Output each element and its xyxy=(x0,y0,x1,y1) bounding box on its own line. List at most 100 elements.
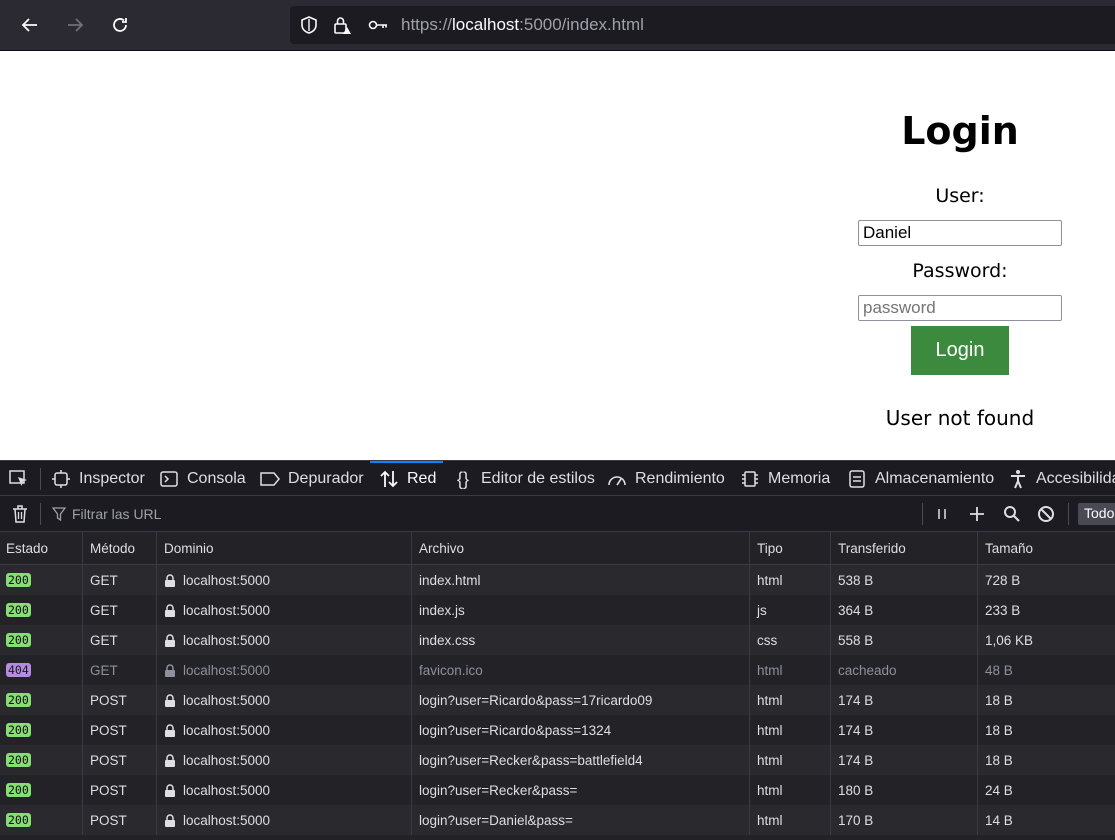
size-cell: 18 B xyxy=(977,745,1115,775)
tab-debugger[interactable]: Depurador xyxy=(260,461,364,495)
url-text[interactable]: https://localhost:5000/index.html xyxy=(401,15,644,35)
block-button[interactable] xyxy=(1036,504,1056,524)
tab-network[interactable]: Red xyxy=(370,461,443,495)
method-cell: POST xyxy=(82,775,156,805)
login-button[interactable]: Login xyxy=(911,326,1009,375)
file-cell: index.js xyxy=(411,595,749,625)
tracking-shield-icon[interactable] xyxy=(299,15,319,35)
performance-icon xyxy=(607,469,627,489)
tab-memory[interactable]: Memoria xyxy=(740,461,830,495)
domain-text: localhost:5000 xyxy=(183,812,271,828)
transferred-cell: 170 B xyxy=(830,805,977,835)
inspector-icon xyxy=(51,469,71,489)
trash-icon xyxy=(13,505,27,523)
tab-label: Inspector xyxy=(79,470,145,487)
column-size[interactable]: Tamaño xyxy=(977,532,1115,564)
tab-label: Depurador xyxy=(288,470,364,487)
status-cell: 200 xyxy=(0,715,82,745)
user-input[interactable] xyxy=(858,220,1062,246)
url-bar[interactable]: https://localhost:5000/index.html xyxy=(290,6,1115,44)
tab-storage[interactable]: Almacenamiento xyxy=(847,461,995,495)
debugger-icon xyxy=(260,469,280,489)
url-host: localhost xyxy=(452,15,520,34)
file-cell: favicon.ico xyxy=(411,655,749,685)
pause-button[interactable] xyxy=(932,504,952,524)
status-message: User not found xyxy=(885,406,1035,430)
devtools-panel: Inspector Consola Depurador Red {} Edito… xyxy=(0,460,1115,840)
status-badge: 200 xyxy=(6,783,31,797)
tab-console[interactable]: Consola xyxy=(159,461,246,495)
type-cell: html xyxy=(749,565,830,595)
size-cell: 233 B xyxy=(977,595,1115,625)
status-badge: 404 xyxy=(6,663,31,677)
column-transferred[interactable]: Transferido xyxy=(830,532,977,564)
method-cell: POST xyxy=(82,745,156,775)
filter-all-button[interactable]: Todo xyxy=(1078,503,1115,525)
lock-icon xyxy=(165,633,175,647)
forward-button[interactable] xyxy=(60,10,90,40)
domain-text: localhost:5000 xyxy=(183,632,271,648)
tab-label: Almacenamiento xyxy=(875,470,995,487)
table-row[interactable]: 200 POST localhost:5000 login?user=Daniel&p… xyxy=(0,805,1115,835)
column-file[interactable]: Archivo xyxy=(411,532,749,564)
tab-label: Red xyxy=(407,470,437,487)
transferred-cell: cacheado xyxy=(830,655,977,685)
table-row[interactable]: 200 GET localhost:5000 index.css css 558 B 1,0… xyxy=(0,625,1115,655)
type-cell: html xyxy=(749,715,830,745)
table-row[interactable]: 200 POST localhost:5000 login?user=Ricardo&… xyxy=(0,685,1115,715)
domain-cell: localhost:5000 xyxy=(156,625,411,655)
back-button[interactable] xyxy=(15,10,45,40)
key-icon[interactable] xyxy=(368,15,388,35)
type-cell: html xyxy=(749,655,830,685)
status-badge: 200 xyxy=(6,693,31,707)
tab-accessibility[interactable]: Accesibilidad xyxy=(1008,461,1115,495)
column-method[interactable]: Método xyxy=(82,532,156,564)
type-cell: html xyxy=(749,685,830,715)
element-picker-button[interactable] xyxy=(8,461,30,495)
lock-warning-icon[interactable] xyxy=(332,15,352,35)
search-button[interactable] xyxy=(1002,504,1022,524)
type-cell: js xyxy=(749,595,830,625)
table-row[interactable]: 200 GET localhost:5000 index.js js 364 B 233 B xyxy=(0,595,1115,625)
style-editor-icon: {} xyxy=(456,468,470,489)
column-status[interactable]: Estado xyxy=(0,532,82,564)
tab-performance[interactable]: Rendimiento xyxy=(607,461,725,495)
reload-button[interactable] xyxy=(105,10,135,40)
domain-cell: localhost:5000 xyxy=(156,715,411,745)
tab-style-editor[interactable]: {} Editor de estilos xyxy=(453,461,595,495)
table-row[interactable]: 404 GET localhost:5000 favicon.ico html cache… xyxy=(0,655,1115,685)
lock-icon xyxy=(165,573,175,587)
lock-icon xyxy=(165,783,175,797)
element-picker-icon xyxy=(9,470,27,486)
plus-icon xyxy=(970,507,984,521)
url-suffix: :5000/index.html xyxy=(519,15,644,34)
transferred-cell: 538 B xyxy=(830,565,977,595)
devtools-tabbar: Inspector Consola Depurador Red {} Edito… xyxy=(0,460,1115,496)
method-cell: GET xyxy=(82,625,156,655)
table-row[interactable]: 200 POST localhost:5000 login?user=Ricardo&… xyxy=(0,715,1115,745)
method-cell: POST xyxy=(82,685,156,715)
filter-urls-input[interactable] xyxy=(52,502,912,526)
table-row[interactable]: 200 POST localhost:5000 login?user=Recker&p… xyxy=(0,775,1115,805)
column-type[interactable]: Tipo xyxy=(749,532,830,564)
password-label: Password: xyxy=(912,260,1008,282)
table-row[interactable]: 200 POST localhost:5000 login?user=Recker&p… xyxy=(0,745,1115,775)
lock-icon xyxy=(165,813,175,827)
network-toolbar: Todo xyxy=(0,496,1115,532)
search-icon xyxy=(1004,506,1020,522)
file-cell: login?user=Ricardo&pass=17ricardo09 xyxy=(411,685,749,715)
file-cell: login?user=Recker&pass= xyxy=(411,775,749,805)
tab-label: Rendimiento xyxy=(635,470,725,487)
tab-inspector[interactable]: Inspector xyxy=(51,461,145,495)
password-input[interactable] xyxy=(858,295,1062,321)
clear-button[interactable] xyxy=(10,504,30,524)
status-cell: 200 xyxy=(0,745,82,775)
domain-text: localhost:5000 xyxy=(183,782,271,798)
lock-icon xyxy=(165,603,175,617)
new-request-button[interactable] xyxy=(967,504,987,524)
table-row[interactable]: 200 GET localhost:5000 index.html html 538 B7… xyxy=(0,565,1115,595)
network-icon xyxy=(379,469,399,489)
size-cell: 1,06 KB xyxy=(977,625,1115,655)
column-domain[interactable]: Dominio xyxy=(156,532,411,564)
status-cell: 200 xyxy=(0,775,82,805)
